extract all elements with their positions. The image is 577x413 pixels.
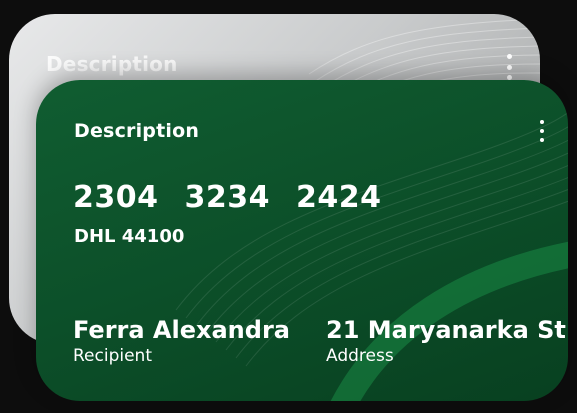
- recipient-name: Ferra Alexandra: [73, 316, 290, 344]
- card-number-group: 3234: [184, 180, 270, 215]
- back-card-more-options-icon[interactable]: [498, 54, 520, 80]
- card-number-group: 2304: [73, 180, 159, 215]
- recipient-label: Recipient: [73, 346, 152, 366]
- card-number: 2304 3234 2424: [73, 180, 382, 215]
- front-card[interactable]: Description 2304 3234 2424 DHL 44100 Fer…: [36, 80, 568, 401]
- address-field: 21 Maryanarka St Address: [326, 316, 566, 366]
- address-label: Address: [326, 346, 394, 366]
- front-card-more-options-icon[interactable]: [532, 120, 552, 142]
- card-number-group: 2424: [296, 180, 382, 215]
- tracking-code: DHL 44100: [74, 226, 185, 247]
- back-card-title: Description: [46, 52, 178, 76]
- address-value: 21 Maryanarka St: [326, 316, 566, 344]
- recipient-field: Ferra Alexandra Recipient: [73, 316, 290, 366]
- front-card-title: Description: [74, 120, 200, 142]
